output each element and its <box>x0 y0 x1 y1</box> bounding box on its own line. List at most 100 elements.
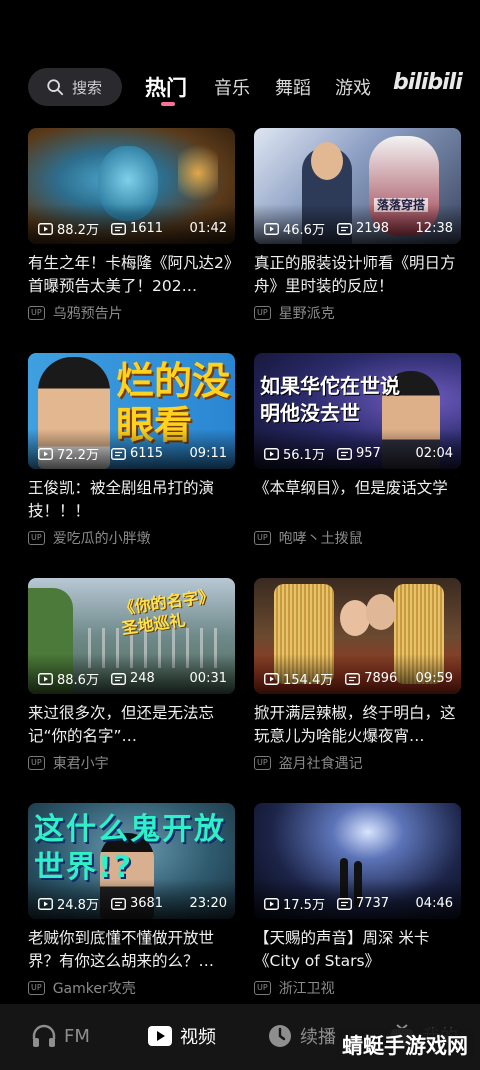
video-thumbnail: 如果华佗在世说明他没去世 56.1万 957 02:04 <box>254 353 461 469</box>
up-badge: UP <box>28 756 45 770</box>
video-thumbnail: 88.2万 1611 01:42 <box>28 128 235 244</box>
top-bar: 搜索 热门 音乐 舞蹈 游戏 bilibili <box>0 62 480 114</box>
video-stats: 154.4万 7896 09:59 <box>264 669 453 688</box>
tab-game[interactable]: 游戏 <box>335 74 371 100</box>
video-card[interactable]: 这什么鬼开放世界!? 24.8万 3681 23:20 老贼你到底懂不懂做开放世… <box>28 803 235 998</box>
video-card[interactable]: 154.4万 7896 09:59 掀开满层辣椒，终于明白，这玩意儿为啥能火爆夜… <box>254 578 461 773</box>
nav-continue[interactable]: 续播 <box>266 1022 336 1050</box>
search-box[interactable]: 搜索 <box>28 68 122 106</box>
play-count-icon <box>264 222 279 235</box>
video-stats: 88.6万 248 00:31 <box>38 669 227 688</box>
video-title[interactable]: 《本草纲目》，但是废话文学 <box>254 477 461 523</box>
duration: 04:46 <box>415 896 453 911</box>
danmaku-icon <box>337 222 352 235</box>
video-thumbnail: 落落穿搭 46.6万 2198 12:38 <box>254 128 461 244</box>
video-title[interactable]: 有生之年！卡梅隆《阿凡达2》首曝预告太美了！202… <box>28 252 235 298</box>
play-count-icon <box>264 897 279 910</box>
up-badge: UP <box>254 756 271 770</box>
tab-music[interactable]: 音乐 <box>214 74 250 100</box>
video-thumbnail: 烂的没眼看 72.2万 6115 09:11 <box>28 353 235 469</box>
uploader-row[interactable]: UP Gamker攻壳 <box>28 978 235 998</box>
danmaku-icon <box>345 672 361 685</box>
play-count-icon <box>38 222 53 235</box>
video-card[interactable]: 如果华佗在世说明他没去世 56.1万 957 02:04 《本草纲目》，但是废话… <box>254 353 461 548</box>
danmaku-count: 6115 <box>129 446 164 461</box>
video-title[interactable]: 掀开满层辣椒，终于明白，这玩意儿为啥能火爆夜宵… <box>254 702 461 748</box>
search-icon <box>47 79 64 96</box>
uploader-name: 咆哮丶土拨鼠 <box>278 531 363 547</box>
play-count-icon <box>38 447 53 460</box>
view-count: 46.6万 <box>283 223 325 238</box>
clock-icon <box>269 1025 291 1047</box>
headphones-icon <box>32 1024 56 1047</box>
video-title[interactable]: 王俊凯：被全剧组吊打的演技！！！ <box>28 477 235 523</box>
view-count: 24.8万 <box>57 898 99 913</box>
duration: 01:42 <box>189 221 227 236</box>
danmaku-count: 1611 <box>129 221 164 236</box>
up-badge: UP <box>28 306 45 320</box>
video-card[interactable]: 《你的名字》圣地巡礼 88.6万 248 00:31 来过很多次，但还是无法忘记… <box>28 578 235 773</box>
video-stats: 88.2万 1611 01:42 <box>38 219 227 238</box>
thumbnail-caption: 如果华佗在世说明他没去世 <box>260 374 400 425</box>
danmaku-count: 248 <box>129 671 155 686</box>
uploader-row[interactable]: UP 咆哮丶土拨鼠 <box>254 528 461 548</box>
view-count: 17.5万 <box>283 898 325 913</box>
video-thumbnail: 154.4万 7896 09:59 <box>254 578 461 694</box>
uploader-row[interactable]: UP 乌鸦预告片 <box>28 303 235 323</box>
danmaku-icon <box>111 447 126 460</box>
up-badge: UP <box>254 531 271 545</box>
search-placeholder: 搜索 <box>72 78 103 97</box>
view-count: 56.1万 <box>283 448 325 463</box>
uploader-row[interactable]: UP 星野派克 <box>254 303 461 323</box>
person-face <box>311 142 343 180</box>
view-count: 88.6万 <box>57 673 99 688</box>
video-stats: 17.5万 7737 04:46 <box>264 894 453 913</box>
uploader-name: 盗月社食遇记 <box>278 756 363 772</box>
nav-video[interactable]: 视频 <box>146 1022 216 1050</box>
uploader-name: 浙江卫视 <box>278 981 335 997</box>
uploader-name: 星野派克 <box>278 306 335 322</box>
video-card[interactable]: 88.2万 1611 01:42 有生之年！卡梅隆《阿凡达2》首曝预告太美了！2… <box>28 128 235 323</box>
video-stats: 24.8万 3681 23:20 <box>38 894 227 913</box>
up-badge: UP <box>254 981 271 995</box>
tab-hot[interactable]: 热门 <box>145 72 187 102</box>
video-card[interactable]: 落落穿搭 46.6万 2198 12:38 真正的服装设计师看《明日方舟》里时装… <box>254 128 461 323</box>
video-title[interactable]: 来过很多次，但还是无法忘记“你的名字”… <box>28 702 235 748</box>
uploader-row[interactable]: UP 浙江卫视 <box>254 978 461 998</box>
video-thumbnail: 17.5万 7737 04:46 <box>254 803 461 919</box>
up-badge: UP <box>254 306 271 320</box>
danmaku-count: 2198 <box>355 221 390 236</box>
uploader-row[interactable]: UP 爱吃瓜的小胖墩 <box>28 528 235 548</box>
danmaku-count: 3681 <box>129 896 164 911</box>
video-title[interactable]: 真正的服装设计师看《明日方舟》里时装的反应！ <box>254 252 461 298</box>
person-face <box>340 600 370 636</box>
video-title[interactable]: 老贼你到底懂不懂做开放世界？有你这么胡来的么？… <box>28 927 235 973</box>
play-count-icon <box>264 672 279 685</box>
video-thumbnail: 《你的名字》圣地巡礼 88.6万 248 00:31 <box>28 578 235 694</box>
up-badge: UP <box>28 981 45 995</box>
bilibili-logo: bilibili <box>393 70 463 95</box>
video-stats: 72.2万 6115 09:11 <box>38 444 227 463</box>
danmaku-count: 7737 <box>355 896 390 911</box>
danmaku-icon <box>111 222 126 235</box>
uploader-row[interactable]: UP 盗月社食遇记 <box>254 753 461 773</box>
danmaku-icon <box>337 447 352 460</box>
active-tab-indicator <box>161 102 175 106</box>
view-count: 154.4万 <box>283 673 334 688</box>
video-stats: 56.1万 957 02:04 <box>264 444 453 463</box>
duration: 00:31 <box>189 671 227 686</box>
duration: 23:20 <box>189 896 227 911</box>
nav-fm-label: FM <box>64 1025 90 1047</box>
nav-fm[interactable]: FM <box>30 1022 90 1050</box>
danmaku-count: 7896 <box>364 671 398 686</box>
play-count-icon <box>264 447 279 460</box>
uploader-row[interactable]: UP 東君小宇 <box>28 753 235 773</box>
video-title[interactable]: 【天赐的声音】周深 米卡《City of Stars》 <box>254 927 461 973</box>
tab-dance[interactable]: 舞蹈 <box>275 74 311 100</box>
video-card[interactable]: 17.5万 7737 04:46 【天赐的声音】周深 米卡《City of St… <box>254 803 461 998</box>
play-count-icon <box>38 897 53 910</box>
view-count: 72.2万 <box>57 448 99 463</box>
uploader-name: 東君小宇 <box>52 756 109 772</box>
video-thumbnail: 这什么鬼开放世界!? 24.8万 3681 23:20 <box>28 803 235 919</box>
video-card[interactable]: 烂的没眼看 72.2万 6115 09:11 王俊凯：被全剧组吊打的演技！！！ … <box>28 353 235 548</box>
